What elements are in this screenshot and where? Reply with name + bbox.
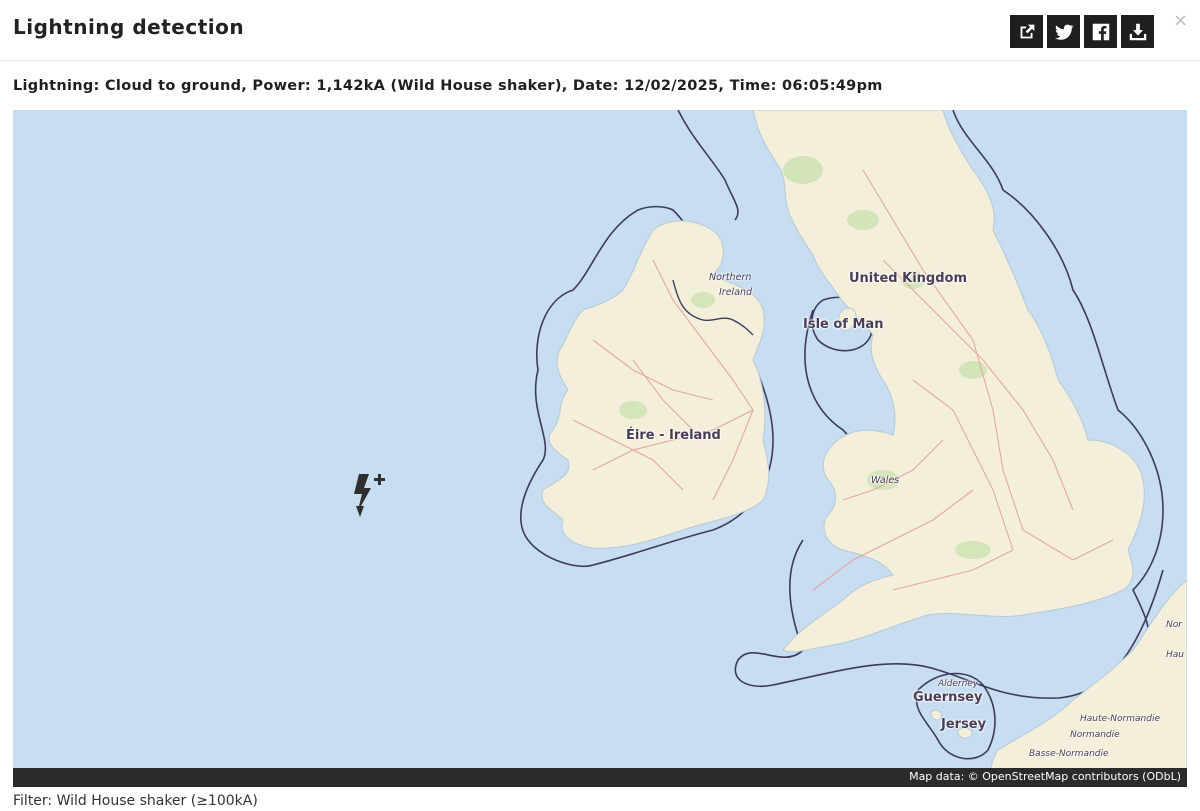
map-base-layer — [520, 110, 1187, 787]
lightning-strike-marker[interactable] — [347, 470, 387, 520]
share-button[interactable] — [1010, 15, 1043, 48]
land-great-britain — [752, 110, 1145, 653]
label-northern-ireland-line1: Northern — [709, 272, 752, 283]
label-haute-normandie: Haute-Normandie — [1080, 714, 1160, 724]
label-basse-normandie: Basse-Normandie — [1029, 749, 1109, 759]
label-normandie: Normandie — [1070, 730, 1120, 740]
label-isle-of-man: Isle of Man — [803, 317, 884, 332]
twitter-button[interactable] — [1047, 15, 1080, 48]
label-guernsey: Guernsey — [913, 690, 983, 705]
label-northern-ireland-line2: Ireland — [719, 287, 753, 298]
facebook-button[interactable] — [1084, 15, 1117, 48]
map-attribution[interactable]: Map data: © OpenStreetMap contributors (… — [909, 770, 1181, 783]
maritime-boundary-uk-north — [677, 110, 739, 221]
download-icon — [1129, 23, 1146, 40]
label-eire-ireland: Éire - Ireland — [626, 428, 721, 443]
filter-text: Filter: Wild House shaker (≥100kA) — [13, 793, 258, 809]
strike-info: Lightning: Cloud to ground, Power: 1,142… — [13, 78, 883, 94]
land-guernsey — [930, 709, 942, 721]
label-nord-partial: Nor — [1166, 620, 1182, 630]
land-ireland — [541, 220, 770, 549]
facebook-icon — [1092, 23, 1109, 40]
map-attribution-bar: Map data: © OpenStreetMap contributors (… — [13, 768, 1187, 787]
label-haut-partial: Hau — [1166, 650, 1184, 660]
external-share-icon — [1020, 24, 1034, 38]
label-wales: Wales — [871, 475, 900, 486]
map-view[interactable]: United Kingdom Northern Ireland Isle of … — [13, 110, 1187, 787]
download-button[interactable] — [1121, 15, 1154, 48]
lightning-bolt-icon — [354, 474, 385, 517]
close-button[interactable]: × — [1173, 12, 1188, 30]
label-jersey: Jersey — [941, 717, 987, 732]
twitter-icon — [1054, 24, 1074, 40]
modal-title: Lightning detection — [13, 15, 245, 39]
toolbar — [1010, 15, 1154, 48]
modal-header: Lightning detection × — [0, 0, 1200, 61]
label-united-kingdom: United Kingdom — [849, 271, 968, 286]
label-alderney: Alderney — [938, 679, 979, 689]
